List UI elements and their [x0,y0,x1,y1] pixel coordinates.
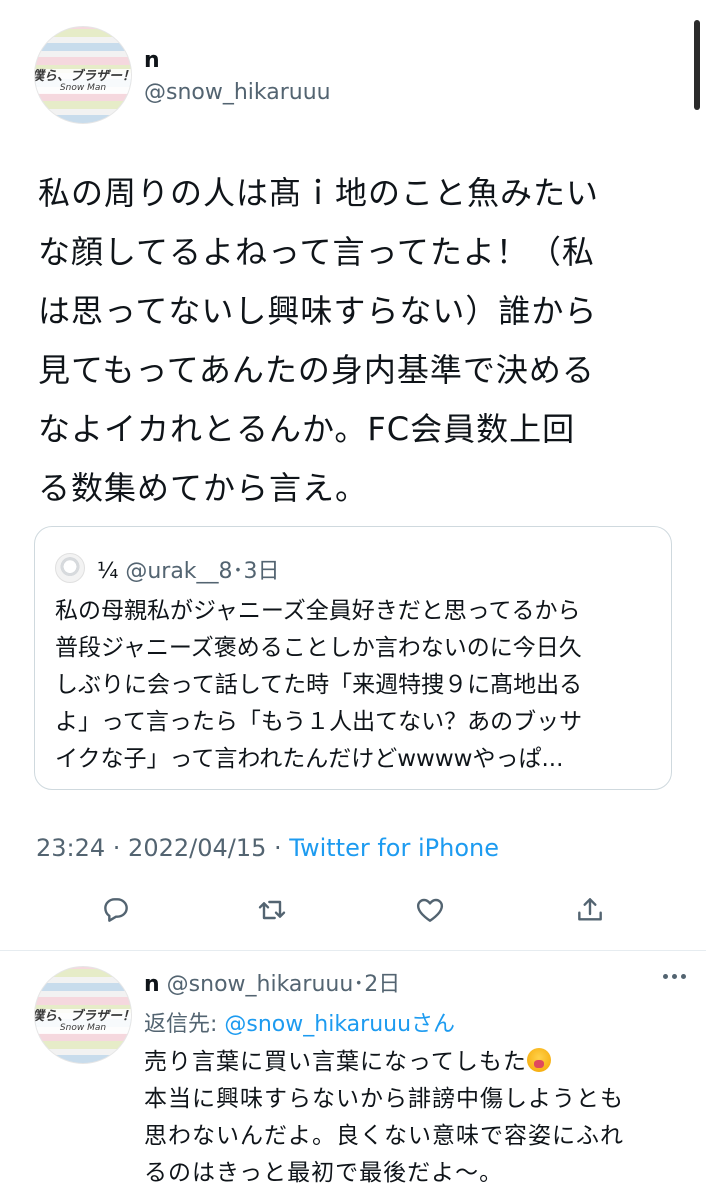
reply-text-line: るのはきっと最初で最後だよ〜。 [144,1160,504,1186]
profile-avatar[interactable]: 僕ら、ブラザー！ Snow Man [34,26,132,124]
quoted-text-line: イクな子」って言われたんだけどwwwwやっぱ... [55,746,564,772]
tweet-text-line: 見てもってあんたの身内基準で決める [38,351,595,389]
share-button[interactable] [570,890,610,930]
quoted-text-line: しぶりに会って話してた時「来週特捜９に髙地出る [55,672,583,698]
tweet-text: 私の周りの人は髙ｉ地のこと魚みたい な顔してるよねって言ってたよ！（私 は思って… [38,164,678,518]
dot [681,974,686,979]
quoted-text-line: 私の母親私がジャニーズ全員好きだと思ってるから [55,598,581,624]
more-options-icon[interactable] [663,974,686,979]
heart-icon [416,898,444,922]
reply-text-line: 思わないんだよ。良くない意味で容姿にふれ [144,1123,624,1149]
tweet-client-link[interactable]: Twitter for iPhone [289,834,499,862]
avatar-logo-band: 僕ら、ブラザー！ Snow Man [34,1008,132,1035]
divider [0,950,706,951]
dot [672,974,677,979]
tweet-timestamp: 23:24 · 2022/04/15 · [36,834,290,862]
tweet-text-line: 私の周りの人は髙ｉ地のこと魚みたい [38,174,600,212]
tweet-text-line: なよイカれとるんか。FC会員数上回 [38,410,576,448]
replying-prefix: 返信先: [144,1012,225,1037]
dot [663,974,668,979]
reply-text-line: 本当に興味すらないから誹謗中傷しようとも [144,1086,624,1112]
avatar-logo-band: 僕ら、ブラザー！ Snow Man [34,68,132,95]
user-handle[interactable]: @snow_hikaruuu [144,80,331,105]
retweet-icon [258,900,286,920]
reply-display-name[interactable]: n [144,972,160,997]
reply-header: n @snow_hikaruuu･2日 [144,966,400,998]
quoted-tweet-card[interactable]: ¼ @urak__8･3日 私の母親私がジャニーズ全員好きだと思ってるから 普段… [34,526,672,790]
quoted-user-avatar [55,553,85,583]
avatar-logo-subtext: Snow Man [59,1022,107,1033]
reply-text: 売り言葉に買い言葉になってしもた 本当に興味すらないから誹謗中傷しようとも 思わ… [144,1044,684,1192]
tweet-text-line: な顔してるよねって言ってたよ！（私 [38,233,595,271]
tweet-action-bar [0,890,706,934]
display-name[interactable]: n [144,48,160,73]
like-button[interactable] [410,890,450,930]
replying-to: 返信先: @snow_hikaruuuさん [144,1006,455,1038]
replying-to-link[interactable]: @snow_hikaruuuさん [224,1012,455,1037]
reply-text-first-line: 売り言葉に買い言葉になってしもた [144,1049,527,1075]
quoted-display-name: ¼ [97,559,119,584]
share-icon [578,898,602,921]
quoted-text-line: よ」って言ったら「もう１人出てない？あのブッサ [55,709,583,735]
tweet-text-line: る数集めてから言え。 [38,469,369,507]
quoted-tweet-header: ¼ @urak__8･3日 [97,553,280,585]
avatar-logo-text: 僕ら、ブラザー！ [34,1008,132,1024]
quoted-handle-date: @urak__8･3日 [125,559,280,584]
speech-bubble-icon [104,898,128,922]
quoted-tweet-text: 私の母親私がジャニーズ全員好きだと思ってるから 普段ジャニーズ褒めることしか言わ… [55,593,659,778]
retweet-button[interactable] [252,890,292,930]
reply-avatar[interactable]: 僕ら、ブラザー！ Snow Man [34,966,132,1064]
tweet-text-line: は思ってないし興味すらない）誰から [38,292,598,330]
tweet-metadata: 23:24 · 2022/04/15 · Twitter for iPhone [36,834,499,862]
quoted-text-line: 普段ジャニーズ褒めることしか言わないのに今日久 [55,635,582,661]
reply-button[interactable] [96,890,136,930]
yawning-face-emoji-icon [526,1048,551,1072]
scrollbar[interactable] [694,20,700,110]
reply-text-line: 売り言葉に買い言葉になってしもた [144,1044,684,1081]
reply-handle-date[interactable]: @snow_hikaruuu･2日 [160,972,401,997]
avatar-logo-text: 僕ら、ブラザー！ [34,68,132,84]
avatar-logo-subtext: Snow Man [59,82,107,93]
